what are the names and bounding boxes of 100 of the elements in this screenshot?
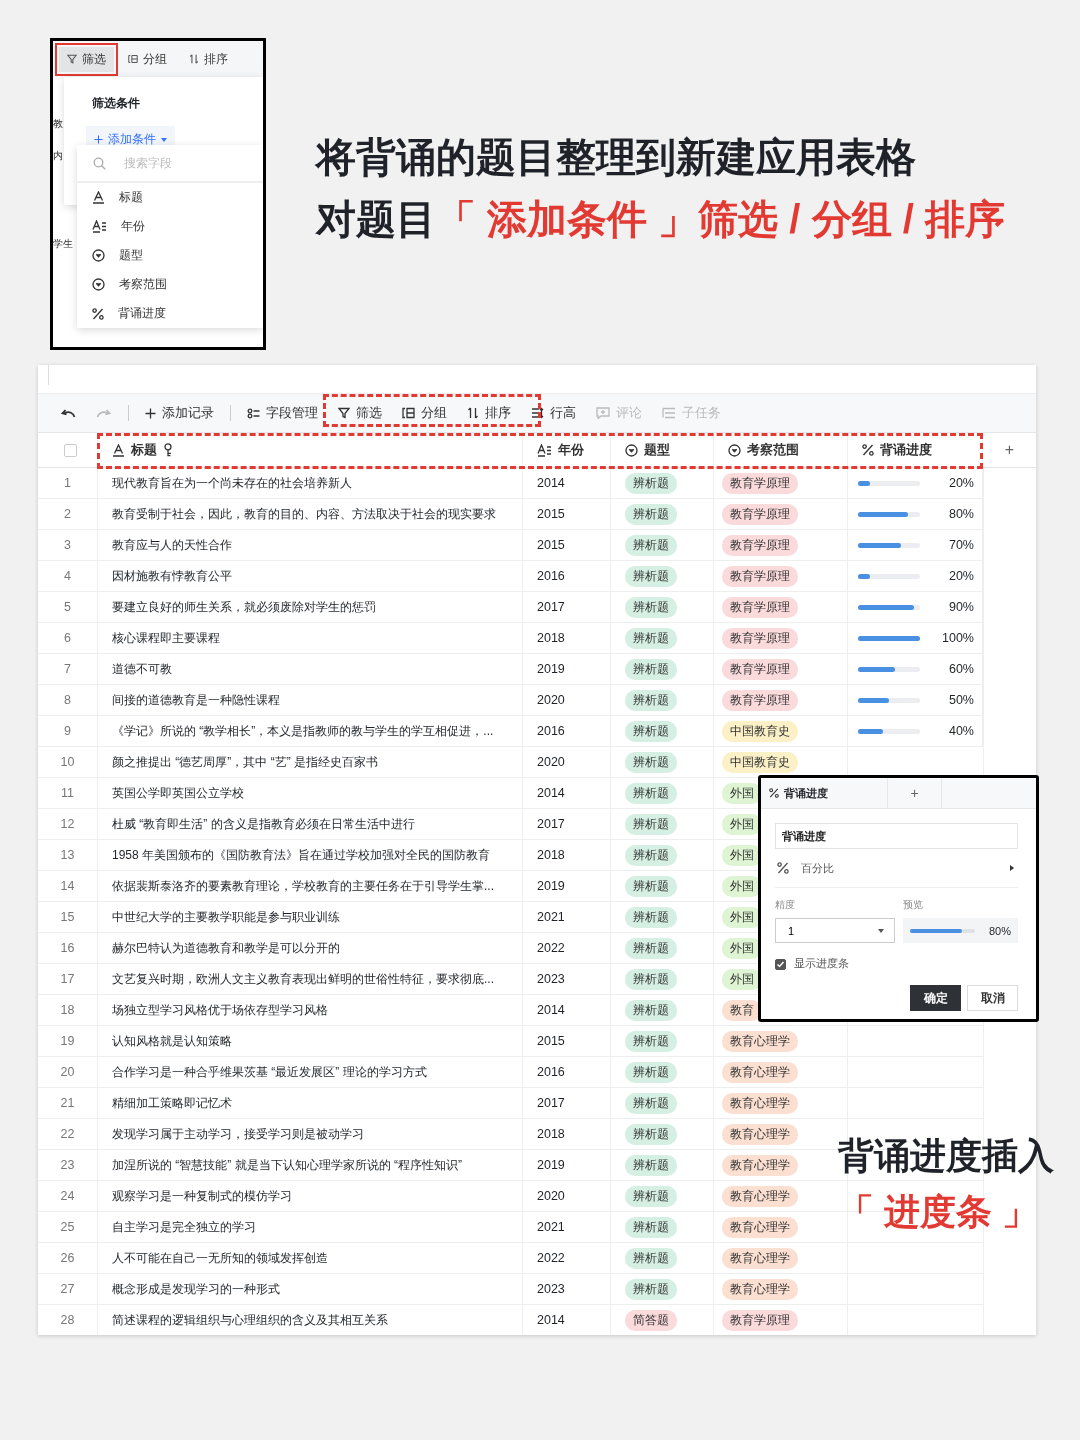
- tag: 简答题: [625, 1309, 677, 1331]
- table-cell: 认知风格就是认知策略: [98, 1026, 523, 1057]
- table-cell: 2019: [523, 1150, 611, 1181]
- table-cell: 2016: [523, 716, 611, 747]
- tag: 辨析题: [625, 534, 677, 556]
- table-cell: 2017: [523, 592, 611, 623]
- text-lines-icon: [537, 443, 552, 457]
- comment-icon: [596, 407, 610, 419]
- confirm-button[interactable]: 确定: [910, 985, 961, 1011]
- table-cell: 内: [53, 149, 63, 163]
- field-name-input[interactable]: 背诵进度: [775, 823, 1018, 849]
- toolbar-button[interactable]: 字段管理: [239, 400, 326, 426]
- field-option[interactable]: 年份: [77, 212, 263, 241]
- redo-icon: [96, 407, 112, 419]
- table-cell: 文艺复兴时期，欧洲人文主义教育表现出鲜明的世俗性特征，要求彻底...: [98, 964, 523, 995]
- field-option[interactable]: 考察范围: [77, 270, 263, 299]
- tag: 教育学原理: [722, 627, 798, 649]
- tag: 教育学原理: [722, 472, 798, 494]
- tag: 辨析题: [625, 782, 677, 804]
- row-number: 11: [38, 778, 98, 809]
- table-cell: 2020: [523, 1181, 611, 1212]
- table-cell: 概念形成是发现学习的一种形式: [98, 1274, 523, 1305]
- table-cell: 依据裴斯泰洛齐的要素教育理论，学校教育的主要任务在于引导学生掌...: [98, 871, 523, 902]
- progress-bar: [858, 728, 920, 734]
- toolbar-button[interactable]: 添加记录: [137, 400, 222, 426]
- tag: 辨析题: [625, 813, 677, 835]
- precision-select[interactable]: 1: [775, 918, 895, 943]
- tag: 辨析题: [625, 1092, 677, 1114]
- toolbar-button[interactable]: 排序: [459, 400, 519, 426]
- column-header[interactable]: 标题: [98, 433, 523, 468]
- table-cell: 教育应与人的天性合作: [98, 530, 523, 561]
- tag: 辨析题: [625, 689, 677, 711]
- table-cell: 2015: [523, 1026, 611, 1057]
- toolbar-button[interactable]: 行高: [523, 400, 584, 426]
- row-number: 6: [38, 623, 98, 654]
- search-field[interactable]: 搜索字段: [122, 155, 226, 171]
- dropdown-circle-icon: [728, 443, 741, 457]
- field-option[interactable]: 背诵进度: [77, 299, 263, 328]
- filter-icon: [67, 53, 77, 65]
- tag: 教育心理学: [722, 1030, 798, 1052]
- row-number: 7: [38, 654, 98, 685]
- table-cell: 观察学习是一种复制式的模仿学习: [98, 1181, 523, 1212]
- row-number: 12: [38, 809, 98, 840]
- select-all-checkbox[interactable]: [64, 443, 77, 457]
- tag: 辨析题: [625, 720, 677, 742]
- row-number: 9: [38, 716, 98, 747]
- field-option[interactable]: 题型: [77, 241, 263, 270]
- tag: 辨析题: [625, 1030, 677, 1052]
- sort-icon: [467, 407, 479, 419]
- tag: 辨析题: [625, 1185, 677, 1207]
- toolbar-button[interactable]: 分组: [394, 400, 455, 426]
- search-icon: [93, 156, 106, 170]
- table-cell: 2020: [523, 747, 611, 778]
- percent-icon: [777, 862, 789, 874]
- table-cell: 发现学习属于主动学习，接受学习则是被动学习: [98, 1119, 523, 1150]
- add-button[interactable]: +: [888, 778, 942, 808]
- progress-value: 60%: [948, 662, 974, 676]
- table-cell: 2017: [523, 809, 611, 840]
- table-cell: 教育受制于社会，因此，教育的目的、内容、方法取决于社会的现实要求: [98, 499, 523, 530]
- fields-icon: [247, 407, 260, 419]
- table-cell: 精细加工策略即记忆术: [98, 1088, 523, 1119]
- column-header[interactable]: 考察范围: [714, 433, 848, 468]
- toolbar-button[interactable]: 分组: [120, 46, 175, 72]
- column-header[interactable]: 背诵进度: [848, 433, 983, 468]
- table-cell: 因材施教有悖教育公平: [98, 561, 523, 592]
- tag: 教育心理学: [722, 1061, 798, 1083]
- format-option[interactable]: 百分比: [775, 849, 1018, 888]
- column-header[interactable]: 年份: [523, 433, 611, 468]
- toolbar-button[interactable]: 筛选: [330, 400, 390, 426]
- dropdown-circle-icon: [92, 249, 105, 262]
- cancel-button[interactable]: 取消: [967, 985, 1018, 1011]
- table-cell: 1958 年美国颁布的《国防教育法》旨在通过学校加强对全民的国防教育: [98, 840, 523, 871]
- field-tab[interactable]: 背诵进度: [761, 778, 888, 808]
- row-number: 19: [38, 1026, 98, 1057]
- tag: 教育心理学: [722, 1216, 798, 1238]
- add-column-button[interactable]: +: [983, 433, 1036, 468]
- field-option[interactable]: 标题: [77, 183, 263, 212]
- headline: 将背诵的题目整理到新建应用表格: [316, 134, 917, 181]
- field-label: 精度: [775, 898, 796, 912]
- table-cell: 2023: [523, 1274, 611, 1305]
- column-header[interactable]: 题型: [611, 433, 714, 468]
- tag: 辨析题: [625, 968, 677, 990]
- table-cell: 自主学习是完全独立的学习: [98, 1212, 523, 1243]
- checkbox[interactable]: [775, 958, 786, 970]
- tag: 教育学原理: [722, 689, 798, 711]
- tag: 教育学原理: [722, 565, 798, 587]
- tag: 教育心理学: [722, 1154, 798, 1176]
- group-icon: [402, 407, 415, 419]
- progress-bar: [858, 542, 920, 548]
- callout-text: 背诵进度插入: [838, 1134, 1054, 1178]
- table-cell: 2022: [523, 933, 611, 964]
- toolbar-button[interactable]: 排序: [181, 46, 236, 72]
- table-cell: 2016: [523, 561, 611, 592]
- key-icon: [163, 443, 173, 457]
- tag: 辨析题: [625, 937, 677, 959]
- progress-preview: 80%: [903, 918, 1019, 943]
- table-cell: 颜之推提出 “德艺周厚”，其中 “艺” 是指经史百家书: [98, 747, 523, 778]
- tag: 教育心理学: [722, 1123, 798, 1145]
- tag: 辨析题: [625, 844, 677, 866]
- table-cell: 杜威 “教育即生活” 的含义是指教育必须在日常生活中进行: [98, 809, 523, 840]
